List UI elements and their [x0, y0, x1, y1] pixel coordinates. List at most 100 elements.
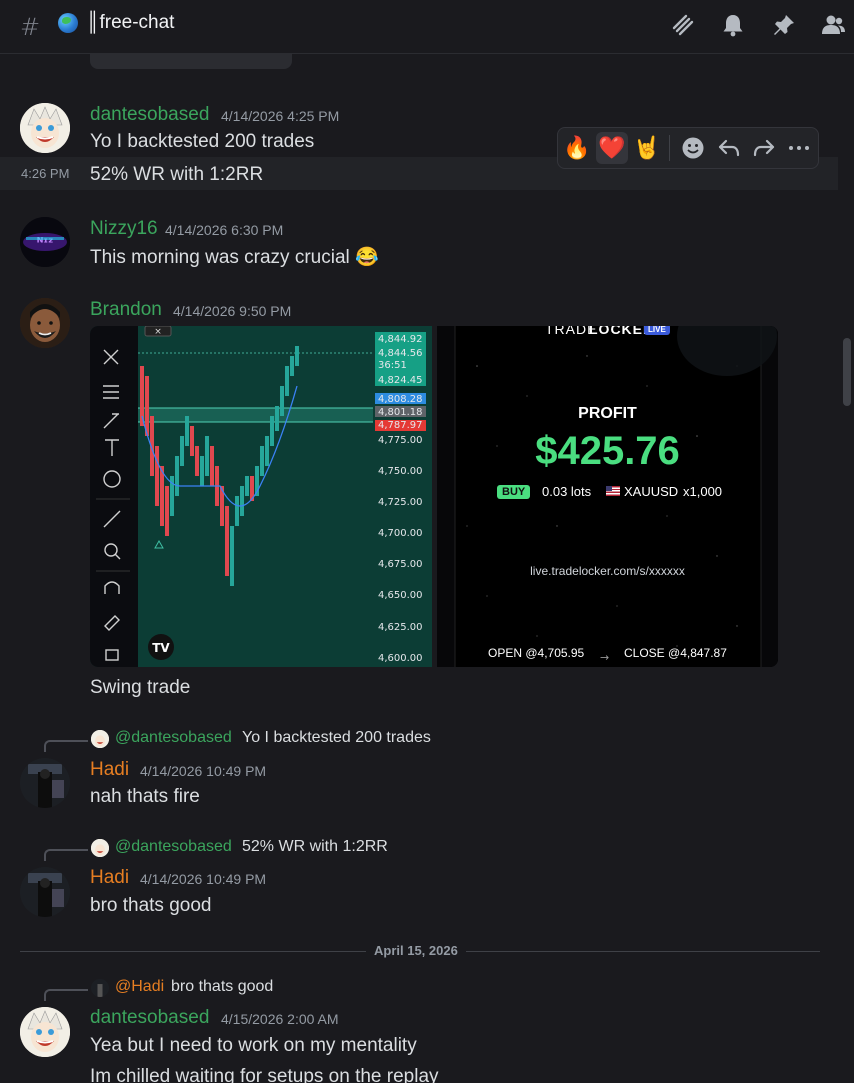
tradingview-logo: TV: [152, 641, 170, 655]
message-text: 52% WR with 1:2RR: [90, 164, 264, 185]
profit-card-image: [437, 326, 778, 667]
bell-icon[interactable]: [720, 12, 746, 38]
candlestick: [180, 436, 184, 466]
message-timestamp: 4/14/2026 9:50 PM: [173, 303, 292, 319]
channel-name: ║free-chat: [86, 12, 175, 33]
username[interactable]: dantesobased: [90, 1007, 209, 1029]
lots-text: 0.03 lots: [542, 484, 592, 499]
reaction-fire-button[interactable]: 🔥: [561, 132, 593, 164]
candlestick: [285, 366, 289, 396]
avatar-dantesobased-image: [20, 103, 70, 153]
reply-avatar: [91, 979, 109, 997]
candlestick: [155, 446, 159, 506]
avatar[interactable]: [20, 1007, 70, 1057]
symbol-text: XAUUSD: [624, 484, 679, 499]
avatar[interactable]: [20, 298, 70, 348]
followup-timestamp: 4:26 PM: [21, 166, 70, 181]
reply-preview-text[interactable]: Yo I backtested 200 trades: [242, 729, 431, 747]
candlestick: [265, 436, 269, 466]
forward-icon[interactable]: [751, 135, 777, 161]
message-timestamp: 4/14/2026 6:30 PM: [165, 222, 284, 238]
avatar[interactable]: [20, 103, 70, 153]
candlestick: [190, 426, 194, 456]
message-text: bro thats good: [90, 895, 212, 916]
message-text: nah thats fire: [90, 786, 200, 807]
reply-mention[interactable]: @Hadi: [115, 978, 164, 996]
add-reaction-icon[interactable]: [680, 135, 706, 161]
candlestick: [295, 346, 299, 366]
avatar-hadi-image: [20, 867, 70, 917]
message-text: Yea but I need to work on my mentality: [90, 1035, 417, 1056]
member-list-icon[interactable]: [820, 12, 846, 38]
username[interactable]: dantesobased: [90, 104, 209, 126]
reply-mention[interactable]: @dantesobased: [115, 729, 232, 747]
reply-connector: [44, 740, 88, 752]
avatar-hadi-image: [20, 758, 70, 808]
side-badge: BUY: [497, 485, 531, 499]
avatar-dantesobased-image: [20, 1007, 70, 1057]
date-divider-label: April 15, 2026: [366, 943, 466, 958]
price-axis-label: 4,787.97: [378, 420, 423, 431]
candlestick: [240, 486, 244, 516]
message-timestamp: 4/15/2026 2:00 AM: [221, 1011, 339, 1027]
price-axis-label: 4,725.00: [378, 497, 423, 508]
price-axis-label: 4,600.00: [378, 653, 423, 664]
pin-icon[interactable]: [771, 12, 797, 38]
reply-connector: [44, 849, 88, 861]
candlestick: [270, 416, 274, 446]
candlestick: [275, 406, 279, 431]
reply-avatar: [91, 839, 109, 857]
candlestick: [225, 506, 229, 576]
candlestick: [230, 526, 234, 586]
avatar[interactable]: [20, 758, 70, 808]
live-badge: LIVE: [644, 326, 670, 335]
username[interactable]: Nizzy16: [90, 218, 158, 240]
scrollbar-thumb[interactable]: [843, 338, 851, 406]
us-flag-icon: [606, 486, 620, 496]
svg-text:×: ×: [154, 327, 162, 337]
price-axis-label: 4,844.56: [378, 348, 423, 359]
message-text: Yo I backtested 200 trades: [90, 131, 315, 152]
close-price: CLOSE @4,847.87: [624, 646, 727, 660]
price-axis-label: 4,824.45: [378, 375, 423, 386]
arrow-right-icon: →: [600, 651, 610, 664]
more-options-icon[interactable]: [786, 135, 812, 161]
fire-emoji-icon: 🔥: [563, 135, 591, 161]
candlestick: [260, 446, 264, 476]
rock-hand-emoji-icon: 🤘: [633, 135, 661, 161]
price-axis-label: 4,650.00: [378, 590, 423, 601]
message-timestamp: 4/14/2026 4:25 PM: [221, 108, 340, 124]
profit-label: PROFIT: [578, 405, 637, 422]
price-axis-label: 4,625.00: [378, 622, 423, 633]
avatar[interactable]: ᴺᶦᶻ: [20, 217, 70, 267]
price-axis-label: 4,801.18: [378, 407, 423, 418]
avatar-brandon-image: [20, 298, 70, 348]
message-text: This morning was crazy crucial 😂: [90, 247, 379, 268]
reaction-rock-button[interactable]: 🤘: [631, 132, 663, 164]
message-text: Im chilled waiting for setups on the rep…: [90, 1066, 439, 1083]
toolbar-divider: [669, 135, 670, 161]
reaction-heart-button[interactable]: ❤️: [596, 132, 628, 164]
tradelocker-card-attachment[interactable]: TRADE LOCKER LIVE PROFIT $425.76 BUY 0.0…: [437, 326, 778, 667]
candlestick: [245, 476, 249, 496]
message-timestamp: 4/14/2026 10:49 PM: [140, 763, 267, 779]
reply-preview-text[interactable]: bro thats good: [171, 978, 273, 996]
reply-preview-text[interactable]: 52% WR with 1:2RR: [242, 838, 388, 856]
profit-value: $425.76: [535, 429, 680, 473]
reply-icon[interactable]: [716, 135, 742, 161]
message-text: Swing trade: [90, 677, 191, 698]
username[interactable]: Hadi: [90, 759, 129, 781]
price-axis-label: 4,675.00: [378, 559, 423, 570]
price-axis-label: 4,844.92: [378, 334, 423, 345]
hashtag-icon: #: [20, 13, 41, 41]
username[interactable]: Brandon: [90, 299, 162, 321]
avatar[interactable]: [20, 867, 70, 917]
chart-screenshot-attachment[interactable]: × TV 4,844.92 4,844.56 36:51 4,824.45 4,808.…: [90, 326, 432, 667]
username[interactable]: Hadi: [90, 867, 129, 889]
candlestick: [195, 446, 199, 476]
threads-icon[interactable]: [670, 12, 696, 38]
reply-mention[interactable]: @dantesobased: [115, 838, 232, 856]
candlestick: [175, 456, 179, 496]
reply-connector: [44, 989, 88, 1001]
leverage-text: x1,000: [683, 484, 723, 499]
